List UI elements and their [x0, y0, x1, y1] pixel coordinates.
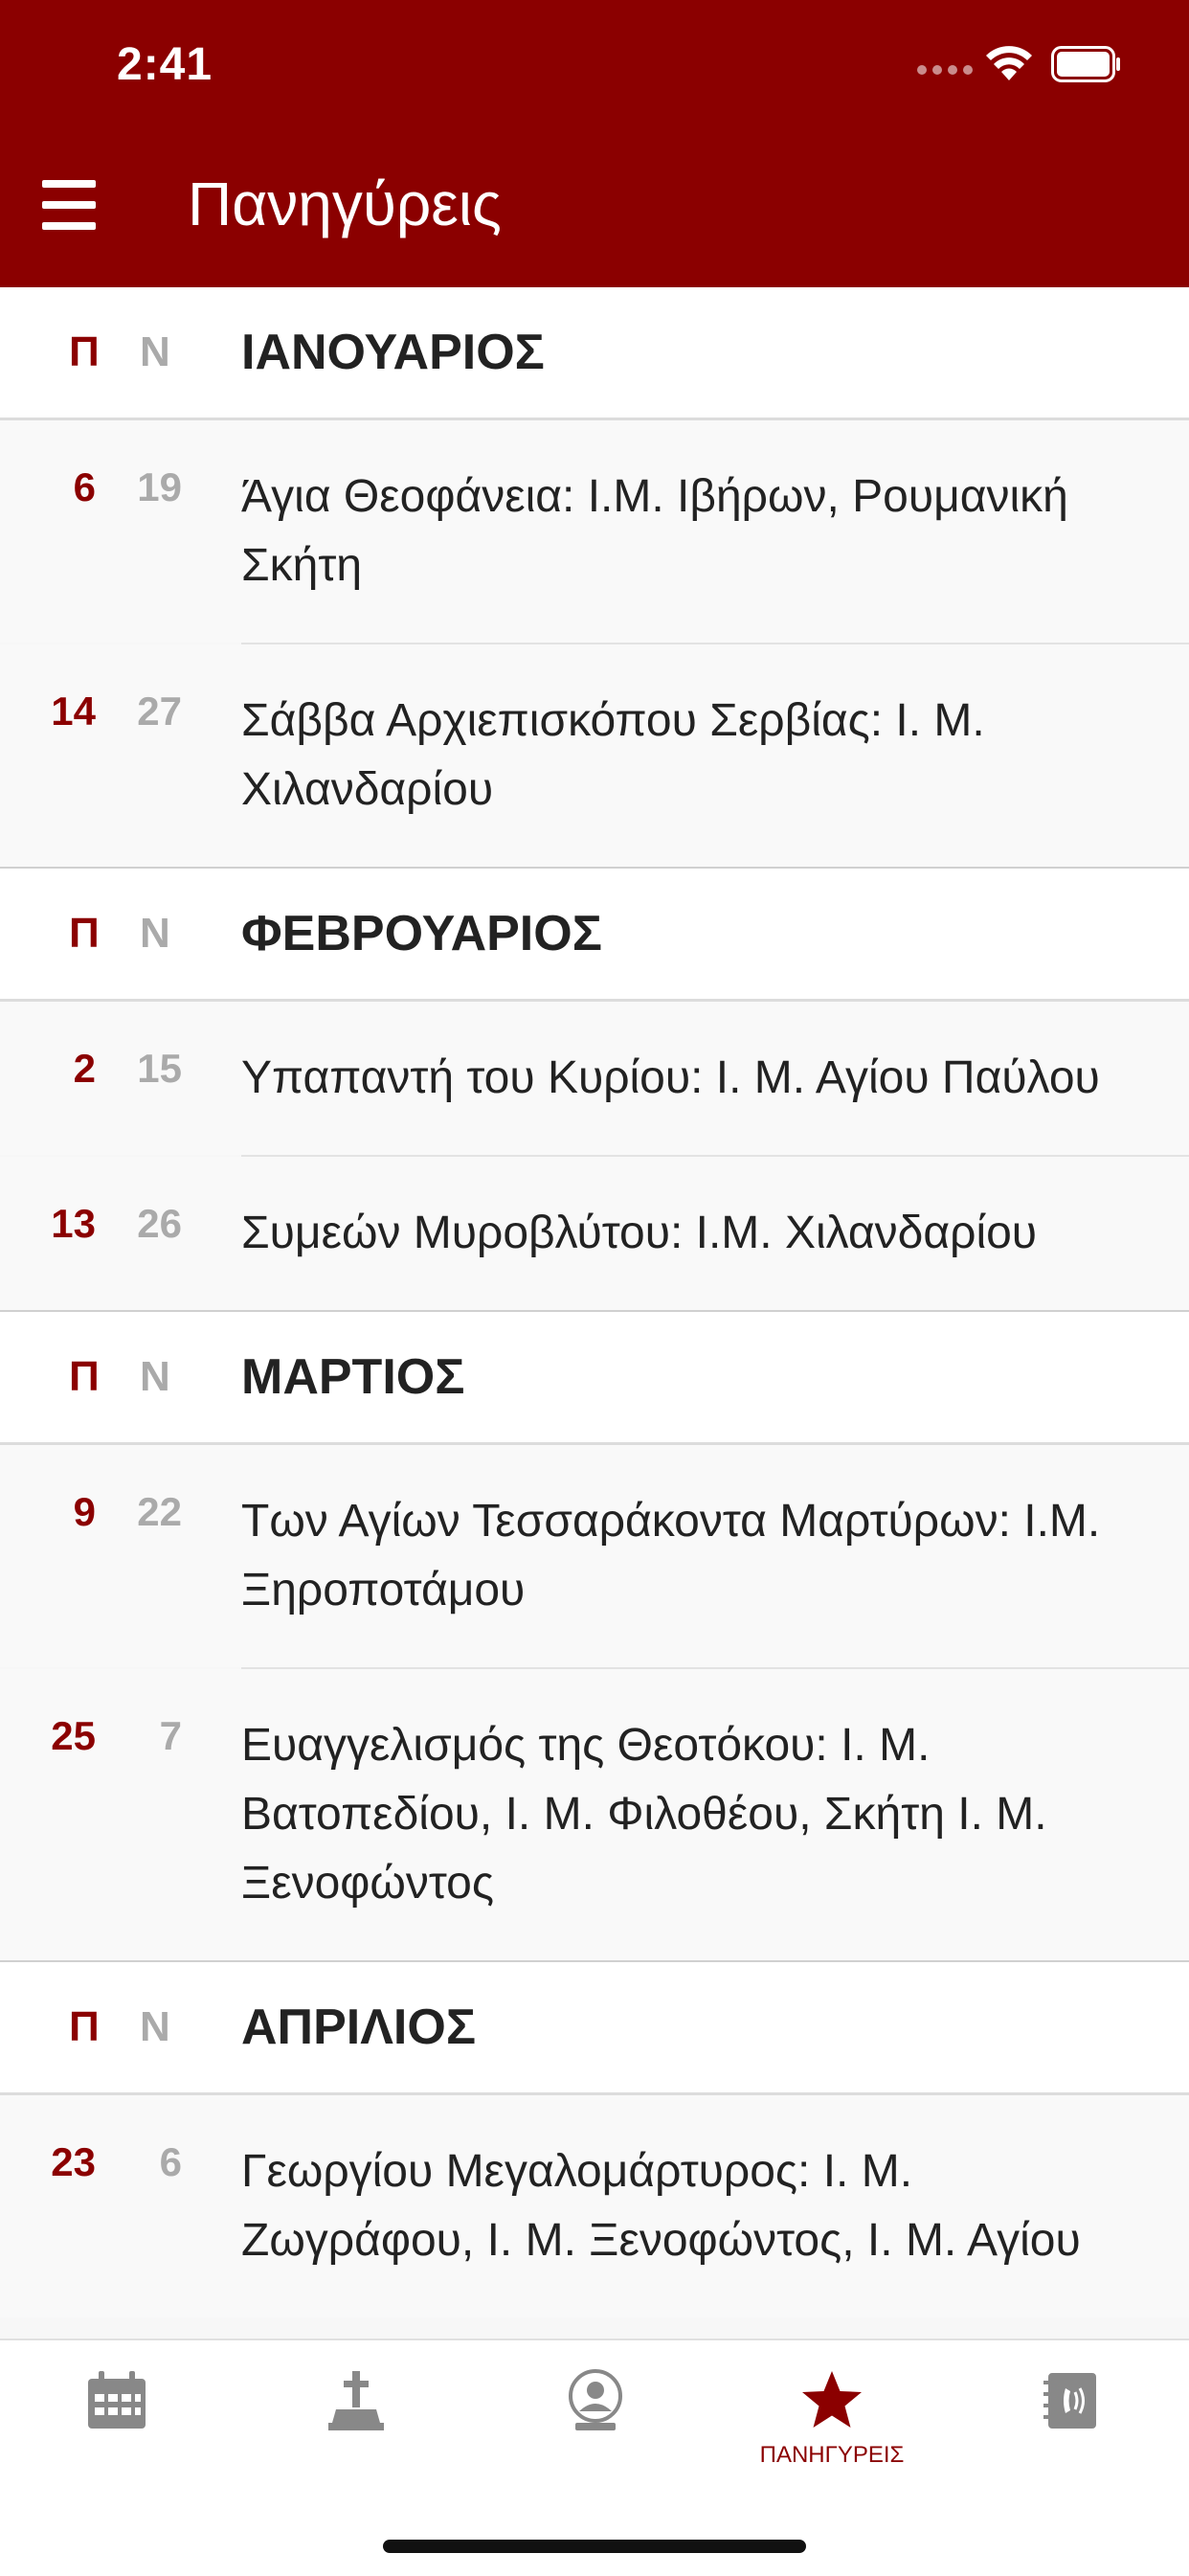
new-calendar-day: 15: [137, 1046, 182, 1091]
column-n-label: Ν: [140, 910, 170, 957]
calendar-icon: [88, 2371, 146, 2429]
old-calendar-day: 23: [51, 2139, 96, 2184]
old-calendar-day: 14: [51, 689, 96, 734]
tab-calendar[interactable]: [59, 2367, 174, 2492]
month-name: ΦΕΒΡΟΥΑΡΙΟΣ: [241, 906, 602, 961]
month-header: Π Ν ΙΑΝΟΥΑΡΙΟΣ: [0, 287, 1189, 420]
list-item[interactable]: 9 22 Των Αγίων Τεσσαράκοντα Μαρτύρων: Ι.…: [0, 1445, 1189, 1667]
star-icon: [802, 2371, 862, 2428]
person-icon: [569, 2369, 622, 2430]
feast-text: Συμεών Μυροβλύτου: Ι.Μ. Χιλανδαρίου: [241, 1208, 1038, 1258]
list-item[interactable]: 25 7 Ευαγγελισμός της Θεοτόκου: Ι. Μ. Βα…: [0, 1669, 1189, 1960]
feast-list[interactable]: Π Ν ΙΑΝΟΥΑΡΙΟΣ 6 19 Άγια Θεοφάνεια: Ι.Μ.…: [0, 287, 1189, 2339]
feast-text: Υπαπαντή του Κυρίου: Ι. Μ. Αγίου Παύλου: [241, 1052, 1100, 1103]
new-calendar-day: 27: [137, 689, 182, 734]
old-calendar-day: 25: [51, 1713, 96, 1758]
tab-panigyreis[interactable]: ΠΑΝΗΓΥΡΕΙΣ: [760, 2367, 904, 2492]
nav-header: 2:41 Πανηγύρεις: [0, 0, 1189, 287]
month-name: ΑΠΡΙΛΙΟΣ: [241, 2000, 477, 2055]
tab-saints[interactable]: [299, 2367, 414, 2492]
month-header: Π Ν ΜΑΡΤΙΟΣ: [0, 1312, 1189, 1445]
battery-icon: [1051, 46, 1120, 82]
list-item[interactable]: 2 15 Υπαπαντή του Κυρίου: Ι. Μ. Αγίου Πα…: [0, 1002, 1189, 1155]
menu-button[interactable]: [42, 180, 96, 230]
list-item[interactable]: 23 6 Γεωργίου Μεγαλομάρτυρος: Ι. Μ. Ζωγρ…: [0, 2095, 1189, 2317]
new-calendar-day: 22: [137, 1489, 182, 1534]
column-n-label: Ν: [140, 2003, 170, 2050]
month-name: ΙΑΝΟΥΑΡΙΟΣ: [241, 325, 545, 380]
month-header: Π Ν ΦΕΒΡΟΥΑΡΙΟΣ: [0, 869, 1189, 1002]
list-item[interactable]: 6 19 Άγια Θεοφάνεια: Ι.Μ. Ιβήρων, Ρουμαν…: [0, 420, 1189, 643]
column-n-label: Ν: [140, 1353, 170, 1400]
page-title: Πανηγύρεις: [188, 169, 502, 238]
column-p-label: Π: [69, 328, 100, 375]
old-calendar-day: 2: [73, 1046, 96, 1091]
new-calendar-day: 19: [137, 464, 182, 509]
new-calendar-day: 6: [159, 2139, 182, 2184]
new-calendar-day: 7: [159, 1713, 182, 1758]
feast-text: Άγια Θεοφάνεια: Ι.Μ. Ιβήρων, Ρουμανική Σ…: [241, 471, 1068, 591]
tab-person[interactable]: [538, 2367, 653, 2492]
signal-icon: [917, 65, 973, 75]
wifi-icon: [986, 46, 1032, 80]
tab-contacts[interactable]: [1013, 2367, 1128, 2492]
column-p-label: Π: [69, 1353, 100, 1400]
old-calendar-day: 9: [73, 1489, 96, 1534]
feast-text: Των Αγίων Τεσσαράκοντα Μαρτύρων: Ι.Μ. Ξη…: [241, 1496, 1101, 1616]
feast-text: Γεωργίου Μεγαλομάρτυρος: Ι. Μ. Ζωγράφου,…: [241, 2146, 1081, 2266]
new-calendar-day: 26: [137, 1201, 182, 1246]
feast-text: Σάββα Αρχιεπισκόπου Σερβίας: Ι. Μ. Χιλαν…: [241, 695, 985, 815]
feast-text: Ευαγγελισμός της Θεοτόκου: Ι. Μ. Βατοπεδ…: [241, 1720, 1047, 1909]
status-time: 2:41: [117, 39, 213, 90]
month-name: ΜΑΡΤΙΟΣ: [241, 1349, 465, 1405]
column-p-label: Π: [69, 910, 100, 957]
home-indicator: [383, 2540, 806, 2553]
tab-label: ΠΑΝΗΓΥΡΕΙΣ: [759, 2442, 905, 2468]
saint-icon: [328, 2371, 384, 2430]
contacts-icon: [1043, 2373, 1096, 2429]
list-item[interactable]: 13 26 Συμεών Μυροβλύτου: Ι.Μ. Χιλανδαρίο…: [0, 1157, 1189, 1310]
column-n-label: Ν: [140, 328, 170, 375]
month-header: Π Ν ΑΠΡΙΛΙΟΣ: [0, 1962, 1189, 2095]
list-item[interactable]: 14 27 Σάββα Αρχιεπισκόπου Σερβίας: Ι. Μ.…: [0, 644, 1189, 867]
column-p-label: Π: [69, 2003, 100, 2050]
old-calendar-day: 6: [73, 464, 96, 509]
old-calendar-day: 13: [51, 1201, 96, 1246]
